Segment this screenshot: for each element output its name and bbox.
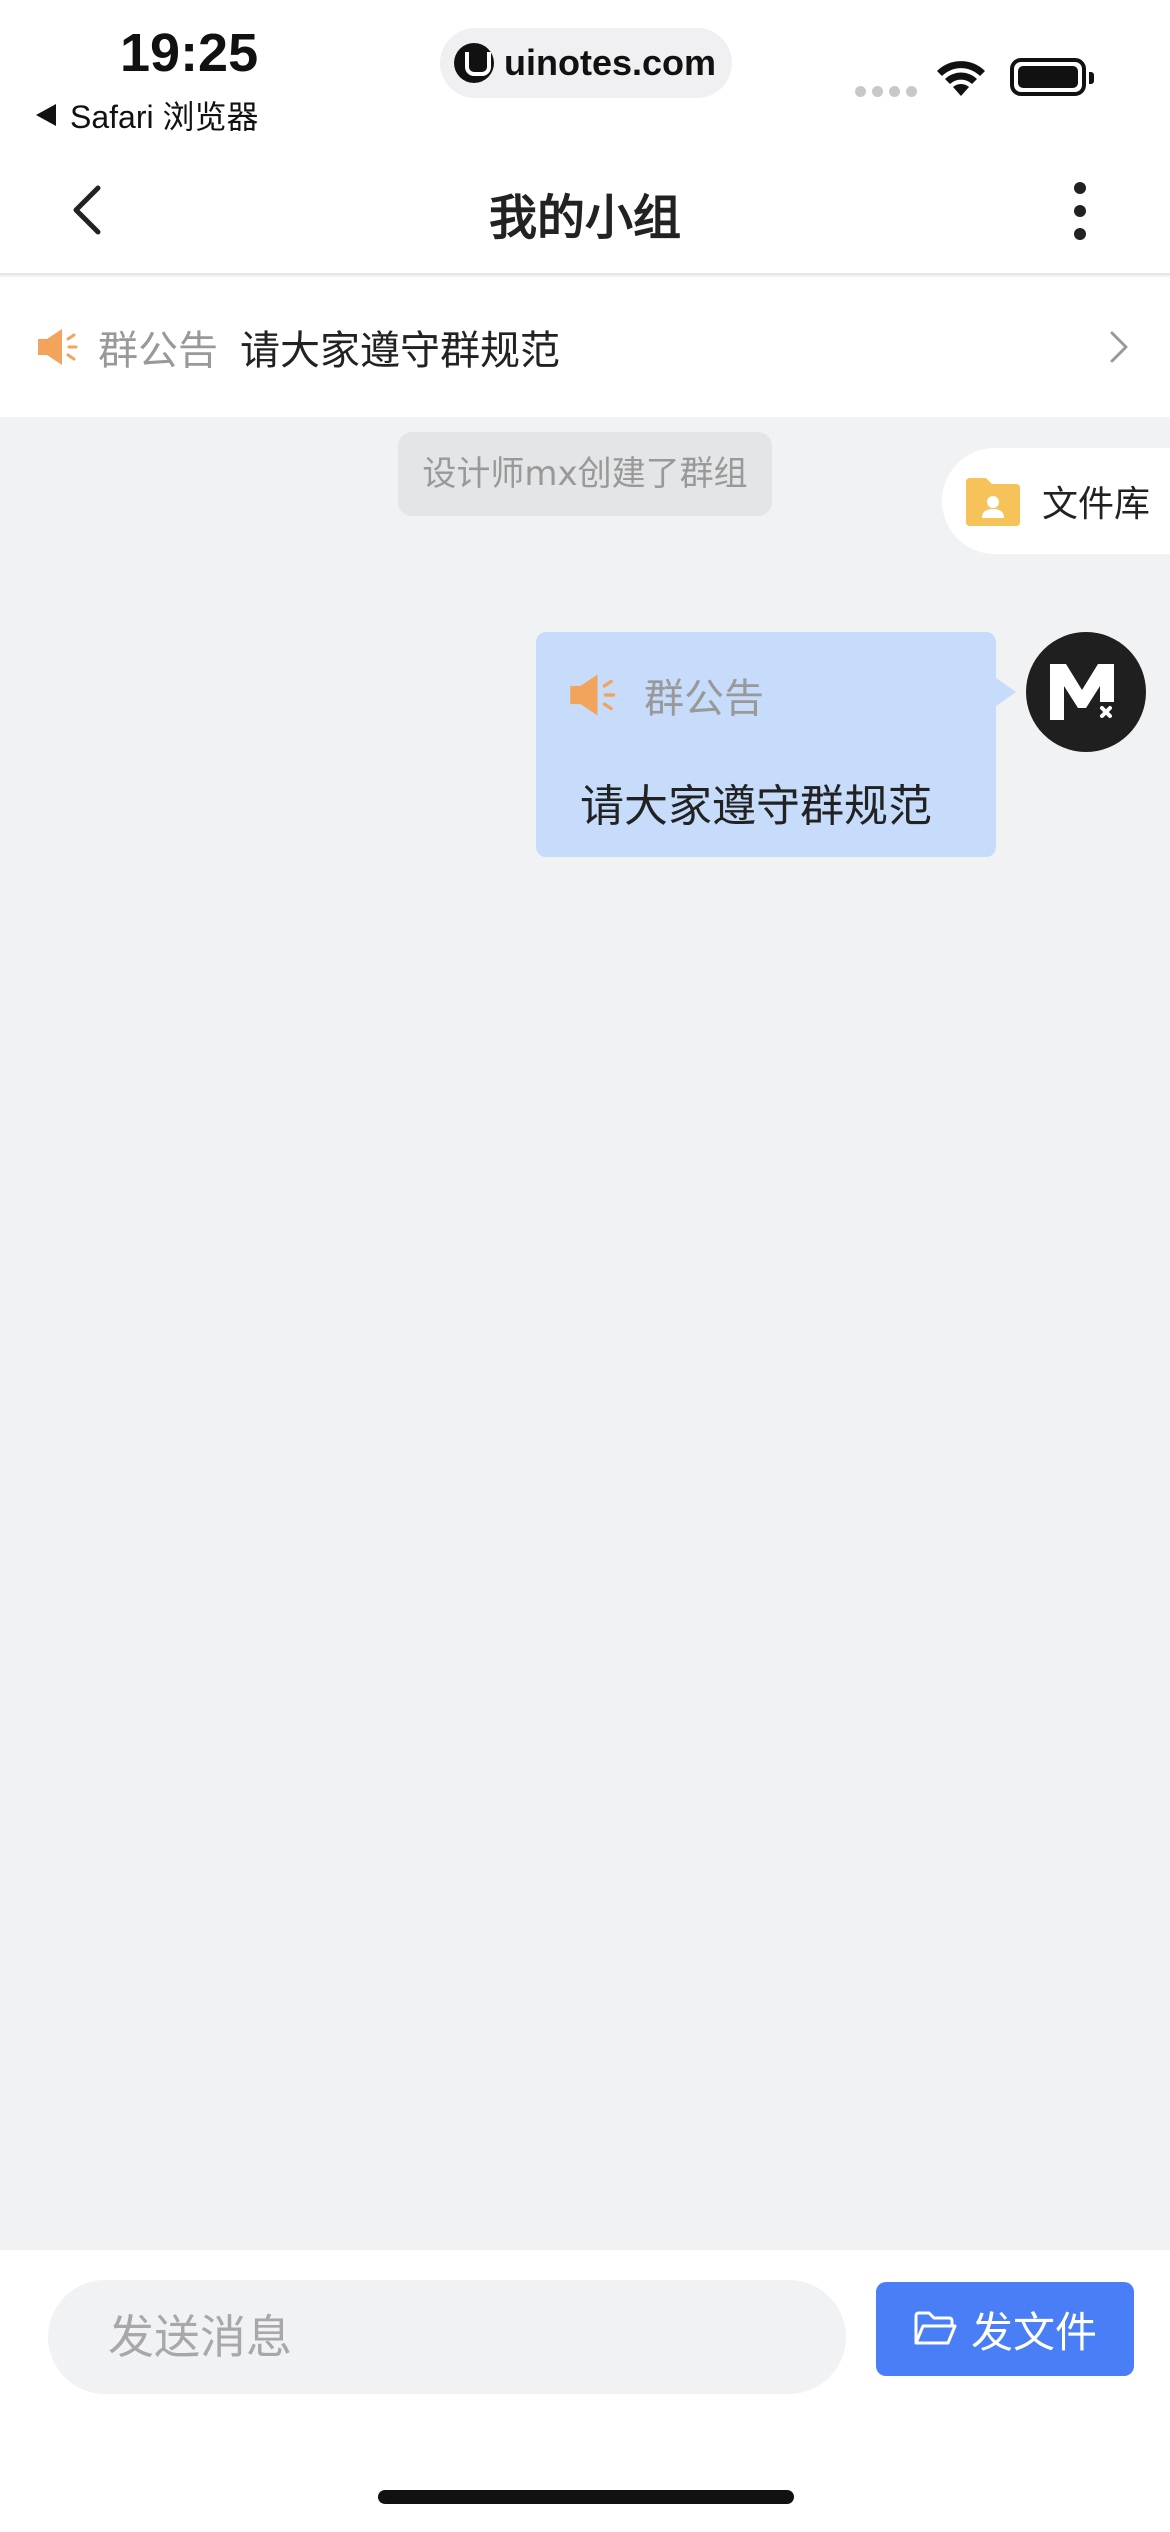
announcement-text: 请大家遵守群规范 — [240, 328, 560, 374]
back-triangle-icon — [36, 104, 56, 126]
site-favicon-icon — [454, 43, 494, 83]
url-bar[interactable]: uinotes.com — [440, 28, 732, 98]
announcement-bar[interactable]: 群公告 请大家遵守群规范 — [0, 277, 1170, 417]
page-title: 我的小组 — [488, 190, 681, 246]
announcement-label: 群公告 — [98, 328, 218, 374]
status-time: 19:25 — [120, 23, 259, 83]
url-text: uinotes.com — [504, 42, 717, 83]
speaker-icon — [38, 329, 78, 365]
chevron-right-icon — [1110, 331, 1128, 363]
bubble-label: 群公告 — [644, 676, 764, 722]
back-app-label: Safari 浏览器 — [70, 99, 259, 135]
speaker-icon — [570, 674, 616, 716]
input-bar: 发文件 — [0, 2250, 1170, 2532]
bubble-text: 请大家遵守群规范 — [580, 781, 932, 832]
back-to-app-link[interactable]: Safari 浏览器 — [36, 92, 259, 138]
message-input[interactable] — [48, 2280, 846, 2394]
file-library-button[interactable]: 文件库 — [942, 448, 1170, 554]
status-bar: 19:25 Safari 浏览器 uinotes.com — [0, 0, 1170, 150]
mx-logo-icon — [1050, 664, 1114, 720]
file-library-label: 文件库 — [1042, 484, 1151, 525]
nav-bar: 我的小组 — [0, 150, 1170, 275]
signal-icon — [855, 86, 917, 97]
battery-icon — [1010, 58, 1094, 96]
chat-page: 19:25 Safari 浏览器 uinotes.com 我的小组 群公告 请大… — [0, 0, 1170, 2532]
more-vertical-icon[interactable] — [1060, 176, 1100, 246]
bubble-header: 群公告 — [568, 666, 764, 724]
folder-open-icon — [914, 2311, 957, 2345]
avatar[interactable] — [1026, 632, 1146, 752]
message-bubble[interactable]: 群公告 请大家遵守群规范 — [536, 632, 1016, 857]
wifi-icon — [937, 61, 985, 96]
send-file-button[interactable]: 发文件 — [876, 2282, 1134, 2376]
send-file-label: 发文件 — [970, 2307, 1097, 2357]
folder-user-icon — [966, 478, 1020, 526]
home-indicator — [378, 2490, 794, 2504]
system-message: 设计师mx创建了群组 — [398, 432, 772, 516]
